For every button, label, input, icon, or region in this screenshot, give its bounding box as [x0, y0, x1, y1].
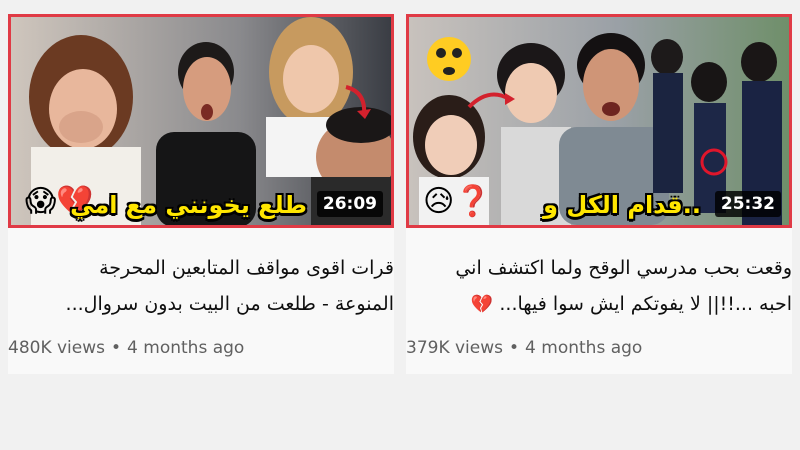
broken-heart-icon: 💔: [470, 294, 494, 315]
thumbnail-caption: طلع يخونني مع امي: [70, 191, 307, 219]
thumbnail-emojis: 😥❓: [423, 184, 492, 219]
view-count: 379K views: [406, 338, 504, 358]
thumbnail-caption: ..قدام الكل و: [543, 191, 701, 219]
view-count: 480K views: [8, 338, 106, 358]
video-duration: 25:32: [714, 191, 781, 217]
upload-age: 4 months ago: [127, 338, 245, 358]
video-duration: 26:09: [316, 191, 383, 217]
video-metadata: 379K views • 4 months ago: [406, 338, 792, 358]
video-title-line-1[interactable]: وقعت بحب مدرسي الوقح ولما اكتشف اني: [406, 250, 792, 286]
meta-separator: •: [111, 338, 122, 358]
video-card[interactable]: 😱💔 طلع يخونني مع امي 26:09 قرات اقوى موا…: [8, 14, 394, 374]
video-metadata: 480K views • 4 months ago: [8, 338, 394, 358]
video-title-line-2-text[interactable]: احبه ...!!|| لا يفوتكم ايش سوا فيها...: [499, 293, 792, 315]
video-title[interactable]: وقعت بحب مدرسي الوقح ولما اكتشف اني احبه…: [406, 250, 792, 323]
video-title-line-1[interactable]: قرات اقوى مواقف المتابعين المحرجة: [8, 250, 394, 286]
video-title-line-2[interactable]: احبه ...!!|| لا يفوتكم ايش سوا فيها... 💔: [406, 286, 792, 323]
video-feed: 😱💔 طلع يخونني مع امي 26:09 قرات اقوى موا…: [0, 0, 800, 450]
video-thumbnail[interactable]: 😥❓ ..قدام الكل و 25:32: [406, 14, 792, 228]
video-thumbnail[interactable]: 😱💔 طلع يخونني مع امي 26:09: [8, 14, 394, 228]
video-title[interactable]: قرات اقوى مواقف المتابعين المحرجة المنوع…: [8, 250, 394, 322]
video-title-line-2[interactable]: المنوعة - طلعت من البيت بدون سروال...: [8, 286, 394, 322]
meta-separator: •: [509, 338, 520, 358]
video-card[interactable]: 😥❓ ..قدام الكل و 25:32 وقعت بحب مدرسي ال…: [406, 14, 792, 374]
upload-age: 4 months ago: [525, 338, 643, 358]
